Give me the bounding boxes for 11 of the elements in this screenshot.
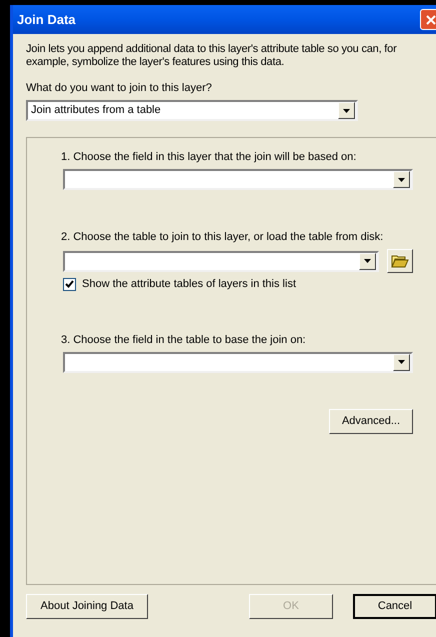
- dropdown[interactable]: Join attributes from a table: [26, 100, 358, 121]
- description-text: Join lets you append additional data to this layer's attribute table so you can, for example, symbolize the layer's features using this data.: [26, 43, 398, 69]
- step-label: 3. Choose the field in the table to base the join on:: [61, 332, 307, 346]
- window-title: Join Data: [17, 10, 76, 29]
- step-label: 2. Choose the table to join to this layer, or load the table from disk:: [61, 230, 384, 244]
- dialog-button[interactable]: Cancel: [353, 594, 436, 619]
- dialog-button[interactable]: About Joining Data: [26, 594, 148, 619]
- question-label: What do you want to join to this layer?: [26, 81, 213, 95]
- advanced-button[interactable]: Advanced...: [329, 408, 413, 434]
- step-label: 1. Choose the field in this layer that the join will be based on:: [61, 150, 358, 164]
- checkbox-label: Show the attribute tables of layers in this list: [82, 277, 296, 292]
